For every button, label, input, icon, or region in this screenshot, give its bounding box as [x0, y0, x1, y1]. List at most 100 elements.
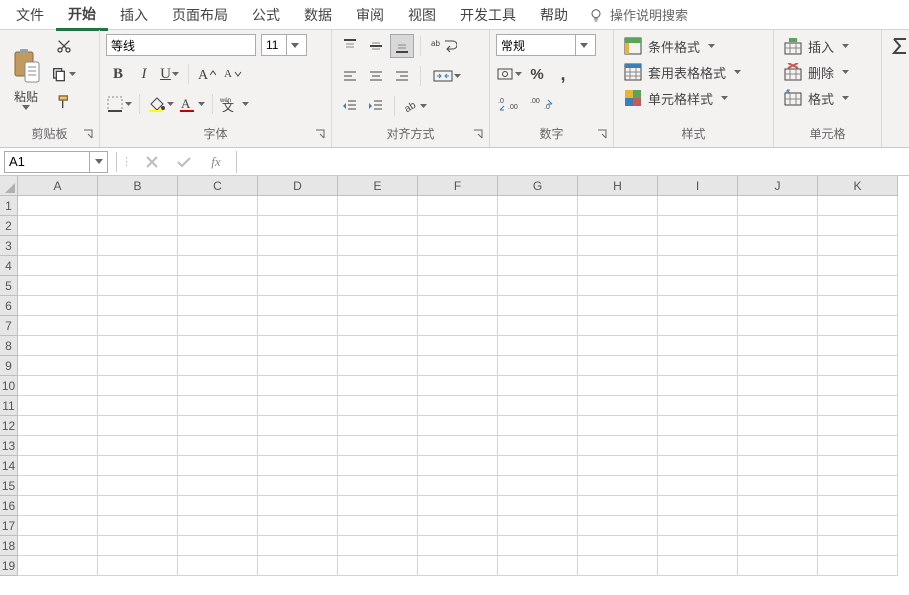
cell[interactable]	[578, 236, 658, 256]
cell[interactable]	[178, 336, 258, 356]
cell[interactable]	[178, 396, 258, 416]
merge-center-button[interactable]	[427, 64, 467, 88]
row-header[interactable]: 13	[0, 436, 18, 456]
cell[interactable]	[98, 516, 178, 536]
cell[interactable]	[578, 296, 658, 316]
cell[interactable]	[178, 216, 258, 236]
cell[interactable]	[818, 516, 898, 536]
cell[interactable]	[498, 456, 578, 476]
cell[interactable]	[178, 436, 258, 456]
cell[interactable]	[418, 456, 498, 476]
bold-button[interactable]: B	[106, 62, 130, 86]
cell[interactable]	[178, 476, 258, 496]
column-header[interactable]: C	[178, 176, 258, 196]
cell[interactable]	[178, 516, 258, 536]
formula-input[interactable]	[236, 151, 909, 173]
cell[interactable]	[178, 196, 258, 216]
phonetic-guide-button[interactable]: wén文	[219, 92, 250, 116]
cell[interactable]	[258, 536, 338, 556]
cell[interactable]	[818, 256, 898, 276]
cell[interactable]	[338, 436, 418, 456]
number-format-input[interactable]	[497, 35, 575, 55]
format-painter-button[interactable]	[50, 90, 77, 114]
cell[interactable]	[258, 336, 338, 356]
column-header[interactable]: A	[18, 176, 98, 196]
cell[interactable]	[98, 316, 178, 336]
cell[interactable]	[498, 496, 578, 516]
tab-formulas[interactable]: 公式	[240, 0, 292, 30]
row-header[interactable]: 15	[0, 476, 18, 496]
cell[interactable]	[338, 456, 418, 476]
cell[interactable]	[818, 356, 898, 376]
cell[interactable]	[98, 276, 178, 296]
cell[interactable]	[818, 556, 898, 576]
column-header[interactable]: I	[658, 176, 738, 196]
cell[interactable]	[818, 456, 898, 476]
cell[interactable]	[578, 456, 658, 476]
align-right-button[interactable]	[390, 64, 414, 88]
align-bottom-button[interactable]	[390, 34, 414, 58]
conditional-formatting-button[interactable]: 条件格式	[620, 34, 767, 58]
cell[interactable]	[498, 476, 578, 496]
orientation-button[interactable]: ab	[401, 94, 428, 118]
cell[interactable]	[258, 236, 338, 256]
column-header[interactable]: D	[258, 176, 338, 196]
cell[interactable]	[178, 556, 258, 576]
cell[interactable]	[258, 196, 338, 216]
copy-button[interactable]	[50, 62, 77, 86]
wrap-text-button[interactable]: ab	[427, 34, 461, 58]
cell[interactable]	[658, 296, 738, 316]
cell[interactable]	[738, 236, 818, 256]
cell[interactable]	[418, 536, 498, 556]
font-size-input[interactable]	[262, 35, 286, 55]
cell[interactable]	[738, 516, 818, 536]
cell[interactable]	[258, 396, 338, 416]
cell[interactable]	[338, 496, 418, 516]
row-header[interactable]: 1	[0, 196, 18, 216]
cell[interactable]	[658, 476, 738, 496]
cell[interactable]	[18, 296, 98, 316]
cell[interactable]	[178, 376, 258, 396]
tab-home[interactable]: 开始	[56, 1, 108, 31]
cell[interactable]	[578, 516, 658, 536]
cell[interactable]	[258, 436, 338, 456]
cell[interactable]	[578, 336, 658, 356]
cell[interactable]	[498, 436, 578, 456]
cell[interactable]	[98, 396, 178, 416]
cell[interactable]	[18, 416, 98, 436]
cell[interactable]	[578, 256, 658, 276]
row-header[interactable]: 16	[0, 496, 18, 516]
increase-decimal-button[interactable]: .0.00	[496, 92, 526, 116]
currency-button[interactable]	[496, 62, 523, 86]
cell[interactable]	[338, 416, 418, 436]
cell[interactable]	[658, 236, 738, 256]
paste-button[interactable]: 粘贴	[6, 34, 46, 125]
cell[interactable]	[18, 356, 98, 376]
cell[interactable]	[418, 556, 498, 576]
cell[interactable]	[658, 556, 738, 576]
cell[interactable]	[498, 196, 578, 216]
cell[interactable]	[818, 496, 898, 516]
cell[interactable]	[658, 276, 738, 296]
delete-cells-button[interactable]: 删除	[780, 60, 875, 84]
cell[interactable]	[338, 316, 418, 336]
cell[interactable]	[258, 276, 338, 296]
cell[interactable]	[178, 496, 258, 516]
cell[interactable]	[818, 376, 898, 396]
cell[interactable]	[18, 496, 98, 516]
cell[interactable]	[818, 476, 898, 496]
cell[interactable]	[178, 236, 258, 256]
cell[interactable]	[738, 456, 818, 476]
cell[interactable]	[18, 276, 98, 296]
cell[interactable]	[178, 536, 258, 556]
cell[interactable]	[658, 496, 738, 516]
cell[interactable]	[738, 336, 818, 356]
cell[interactable]	[498, 256, 578, 276]
cell[interactable]	[738, 256, 818, 276]
cell[interactable]	[498, 516, 578, 536]
cell[interactable]	[658, 436, 738, 456]
cell[interactable]	[738, 436, 818, 456]
font-color-button[interactable]: A	[177, 92, 206, 116]
cell[interactable]	[18, 556, 98, 576]
cell[interactable]	[258, 316, 338, 336]
